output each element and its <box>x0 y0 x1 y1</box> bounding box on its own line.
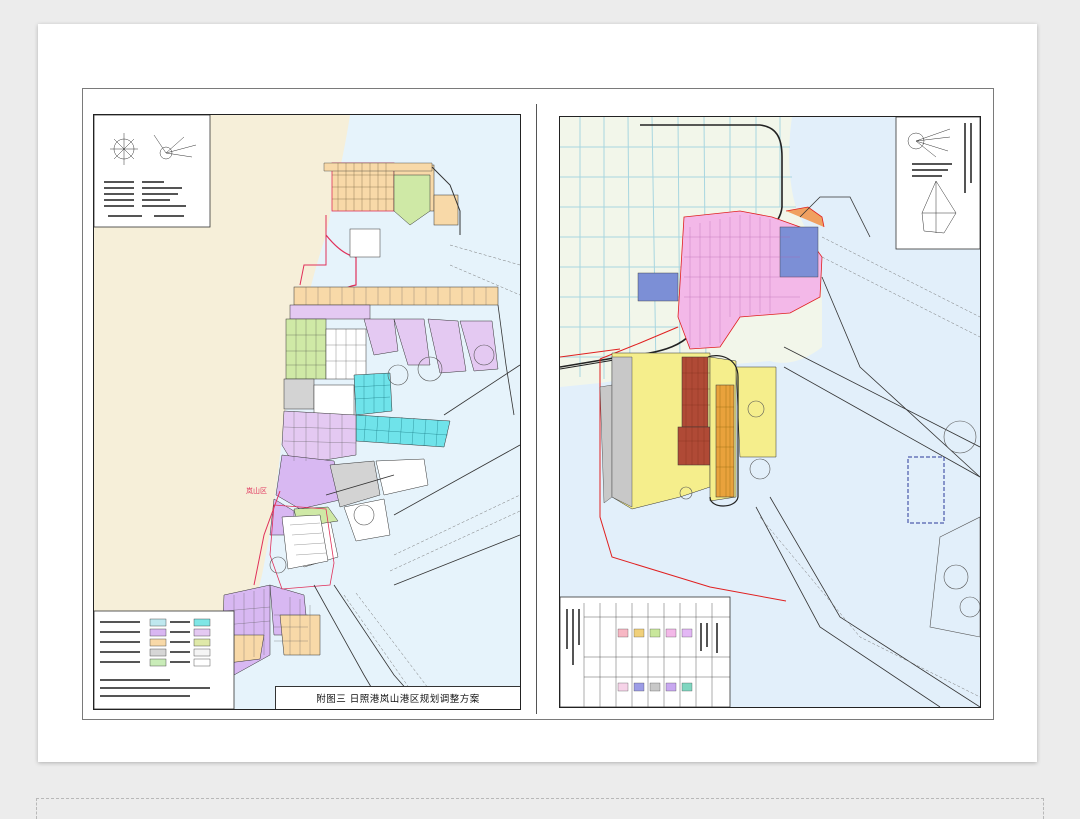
page-divider <box>536 104 537 714</box>
wind-rose-panel <box>94 115 211 228</box>
central-land-blocks <box>283 318 367 420</box>
next-page-edge <box>36 798 1044 819</box>
left-planning-map: 岚山区 附图三 日照港岚山港区规划调整方案 <box>93 114 521 710</box>
left-map-drawing: 岚山区 <box>94 115 520 709</box>
right-map-drawing <box>560 117 980 707</box>
right-planning-map <box>559 116 981 708</box>
legend-table-panel <box>560 596 731 707</box>
wind-rose-panel-right <box>895 117 980 250</box>
place-label: 岚山区 <box>246 486 267 495</box>
map-title: 附图三 日照港岚山港区规划调整方案 <box>275 686 520 709</box>
